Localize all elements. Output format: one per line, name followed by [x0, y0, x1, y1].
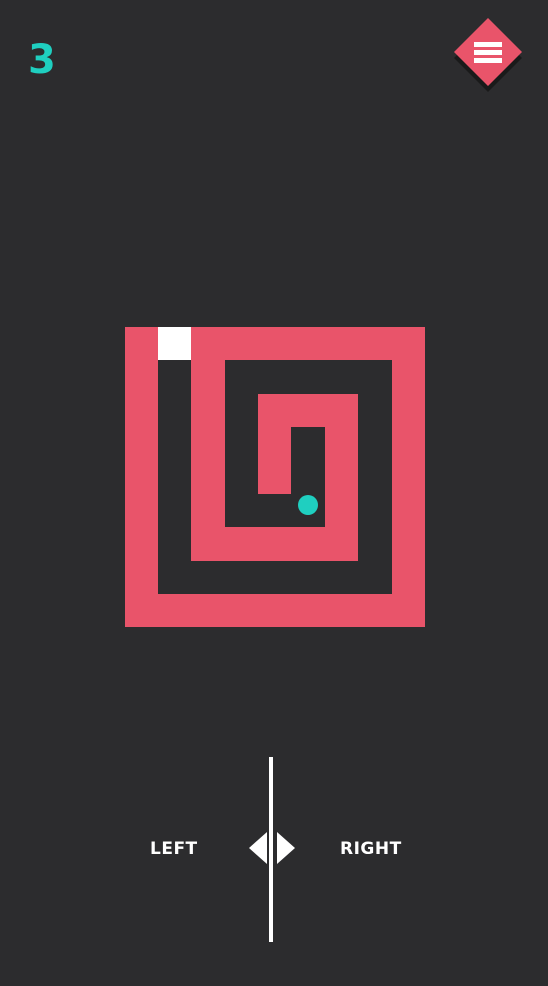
- menu-button[interactable]: [454, 18, 526, 96]
- maze-walls: [125, 327, 425, 627]
- level-counter: 3: [28, 37, 56, 83]
- left-right-arrows-icon: [247, 832, 297, 866]
- left-control[interactable]: LEFT: [150, 838, 198, 860]
- maze-exit: [158, 327, 191, 360]
- spiral-maze: [125, 327, 425, 627]
- player-ball: [298, 495, 318, 515]
- right-control[interactable]: RIGHT: [340, 838, 402, 860]
- hamburger-menu-icon: [454, 18, 522, 92]
- game-screen: 3 LEFT RIGHT: [0, 0, 548, 986]
